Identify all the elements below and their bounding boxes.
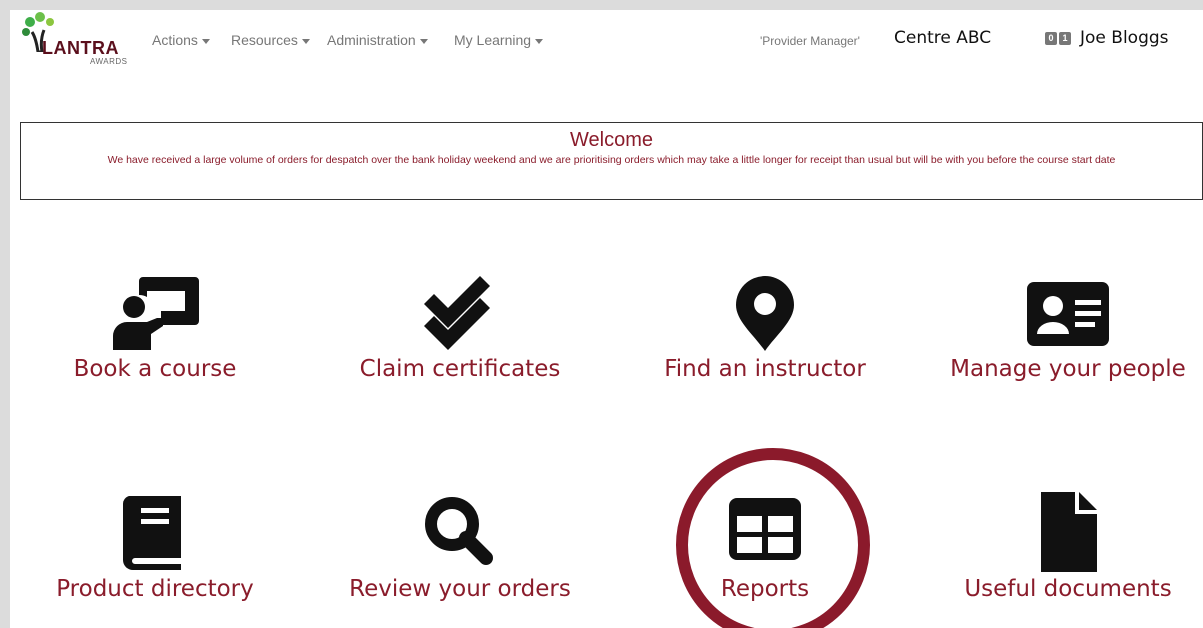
tile-label: Useful documents [964,576,1172,602]
tile-label: Book a course [73,356,237,382]
presentation-person-icon [113,277,199,350]
tile-manage-your-people[interactable]: Manage your people [928,272,1203,402]
nav-label: My Learning [454,32,532,48]
caret-down-icon [419,38,428,44]
welcome-message: We have received a large volume of order… [107,154,1116,166]
user-menu[interactable]: Joe Bloggs [1080,28,1169,48]
message-badge[interactable]: 1 [1059,32,1071,45]
brand-sub: AWARDS [90,57,128,66]
nav-resources[interactable]: Resources [231,32,310,48]
tile-claim-certificates[interactable]: Claim certificates [320,272,600,402]
tile-label: Claim certificates [359,356,561,382]
lantra-logo[interactable]: LANTRA AWARDS [18,12,128,68]
tile-book-a-course[interactable]: Book a course [15,272,295,402]
nav-label: Actions [152,32,198,48]
caret-down-icon [535,38,544,44]
welcome-title: Welcome [570,129,653,151]
nav-administration[interactable]: Administration [327,32,428,48]
nav-actions[interactable]: Actions [152,32,210,48]
tile-label: Find an instructor [664,356,866,382]
file-icon [1041,492,1097,572]
tile-useful-documents[interactable]: Useful documents [928,492,1203,622]
book-icon [122,496,181,570]
caret-down-icon [201,38,210,44]
nav-my-learning[interactable]: My Learning [454,32,544,48]
tile-label: Review your orders [349,576,571,602]
tile-label: Product directory [56,576,254,602]
tile-label: Manage your people [950,356,1186,382]
id-card-icon [1027,282,1109,346]
brand-name: LANTRA [42,38,119,58]
navbar: LANTRA AWARDS Actions Resources Administ… [10,10,1203,70]
nav-label: Administration [327,32,416,48]
tile-product-directory[interactable]: Product directory [15,492,295,622]
search-icon [425,497,493,565]
map-marker-icon [736,276,794,351]
tile-find-an-instructor[interactable]: Find an instructor [625,272,905,402]
tile-review-your-orders[interactable]: Review your orders [320,492,600,622]
nav-label: Resources [231,32,298,48]
centre-name[interactable]: Centre ABC [894,28,991,48]
double-check-icon [424,276,490,350]
page: LANTRA AWARDS Actions Resources Administ… [10,10,1203,628]
highlight-circle [676,448,870,628]
welcome-banner: Welcome We have received a large volume … [20,122,1203,200]
notification-badge[interactable]: 0 [1045,32,1057,45]
user-role: 'Provider Manager' [760,34,860,48]
caret-down-icon [301,38,310,44]
